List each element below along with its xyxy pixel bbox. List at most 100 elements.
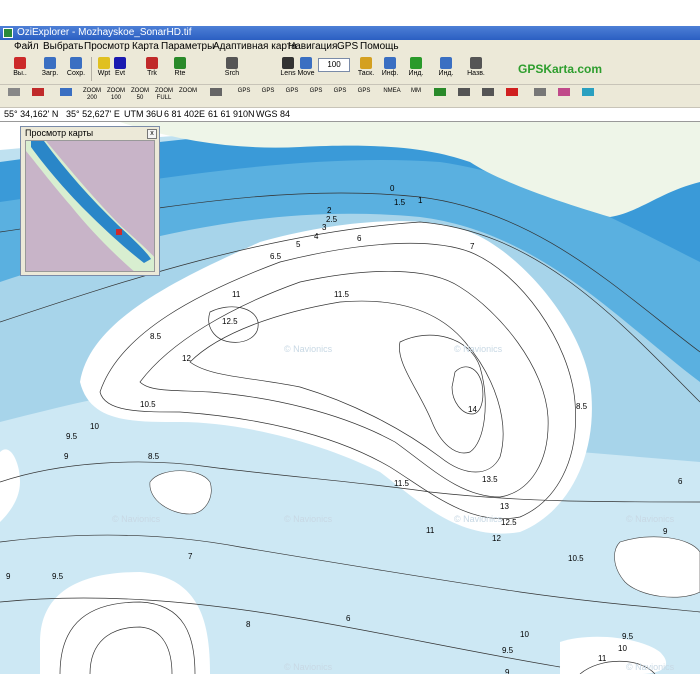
stop-icon <box>506 88 518 96</box>
depth-label: 9 <box>663 527 668 536</box>
zoom-select[interactable]: 100 <box>318 58 350 84</box>
status-utm-zone: UTM 36U <box>124 109 163 119</box>
depth-map[interactable]: 0 1 1.5 2 2.5 3 6 4 5 6.5 7 11 11.5 12.5… <box>0 122 700 674</box>
depth-label: 2.5 <box>326 215 338 224</box>
menu-map[interactable]: Карта <box>130 40 161 54</box>
depth-label: 11.5 <box>394 479 409 488</box>
status-datum: WGS 84 <box>256 109 291 119</box>
index-button[interactable]: Инд. <box>434 56 458 82</box>
watermark: © Navionics <box>284 514 333 524</box>
print-button[interactable] <box>206 88 226 104</box>
window-title: OziExplorer - Mozhayskoe_SonarHD.tif <box>17 27 192 38</box>
depth-label: 9 <box>6 572 11 581</box>
anchor-button[interactable] <box>478 88 498 104</box>
gps-download-button[interactable]: GPS <box>258 88 278 104</box>
depth-label: 6 <box>357 234 362 243</box>
gps-upload-button[interactable]: GPS <box>234 88 254 104</box>
search-button[interactable]: Srch <box>220 56 244 82</box>
watermark: © Navionics <box>112 514 161 524</box>
depth-label: 10 <box>520 630 529 639</box>
lock-button[interactable]: Таск. <box>354 56 378 82</box>
depth-label: 9.5 <box>622 632 634 641</box>
compass-arrows-button[interactable]: Инд. <box>404 56 428 82</box>
pin-button[interactable] <box>578 88 598 104</box>
depth-label: 13.5 <box>482 475 498 484</box>
zoom-lens-icon <box>282 57 294 69</box>
pencil-icon <box>434 88 446 96</box>
map-overview-panel[interactable]: Просмотр карты x <box>20 126 160 276</box>
map-icon <box>60 88 72 96</box>
zoom-200-button[interactable]: ZOOM 200 <box>82 88 102 104</box>
status-longitude: 35° 52,627' E <box>66 109 120 119</box>
save-icon <box>70 57 82 69</box>
menu-navigation[interactable]: Навигация <box>286 40 339 54</box>
event-button[interactable]: Evt <box>108 56 132 82</box>
gps-tracks-button[interactable]: GPS <box>306 88 326 104</box>
depth-label: 8.5 <box>150 332 162 341</box>
depth-label: 5 <box>296 240 301 249</box>
brand-logo: GPSKarta.com <box>518 62 603 76</box>
info-icon <box>384 57 396 69</box>
depth-label: 14 <box>468 405 477 414</box>
depth-label: 8.5 <box>148 452 160 461</box>
zoom-full-button[interactable]: ZOOM FULL <box>154 88 174 104</box>
exit-button[interactable]: Вы.. <box>8 56 32 82</box>
depth-label: 10 <box>618 644 627 653</box>
depth-label: 7 <box>470 242 475 251</box>
menu-file[interactable]: Файл <box>12 40 41 54</box>
watermark: © Navionics <box>284 662 333 672</box>
names-button[interactable]: Назв. <box>464 56 488 82</box>
depth-label: 6 <box>346 614 351 623</box>
main-toolbar: Вы.. Загр. Сохр. Wpt Evt Trk Rte Srch Le… <box>0 54 700 85</box>
compass-arrows-icon <box>410 57 422 69</box>
depth-label: 13 <box>500 502 509 511</box>
search-icon <box>226 57 238 69</box>
app-window: OziExplorer - Mozhayskoe_SonarHD.tif Фай… <box>0 26 700 674</box>
load-button[interactable]: Загр. <box>38 56 62 82</box>
menu-select[interactable]: Выбрать <box>41 40 85 54</box>
stop-button[interactable] <box>502 88 522 104</box>
menu-view[interactable]: Просмотр <box>82 40 132 54</box>
menu-gps[interactable]: GPS <box>335 40 360 54</box>
event-icon <box>114 57 126 69</box>
gps-connect-button[interactable]: GPS <box>354 88 374 104</box>
gps-button[interactable] <box>28 88 48 104</box>
depth-label: 11 <box>426 526 435 535</box>
route-button[interactable]: Rte <box>168 56 192 82</box>
zoom-100-button[interactable]: ZOOM 100 <box>106 88 126 104</box>
info-button[interactable]: Инф. <box>378 56 402 82</box>
print-icon <box>210 88 222 96</box>
overview-map[interactable] <box>25 140 155 272</box>
target-button[interactable] <box>454 88 474 104</box>
depth-label: 10.5 <box>568 554 584 563</box>
depth-label: 11 <box>232 290 241 299</box>
menu-help[interactable]: Помощь <box>358 40 401 54</box>
depth-label: 9.5 <box>52 572 64 581</box>
menu-settings[interactable]: Параметры <box>159 40 216 54</box>
grid-icon <box>534 88 546 96</box>
depth-label: 12.5 <box>501 518 517 527</box>
map-button[interactable] <box>56 88 76 104</box>
grid-button[interactable] <box>530 88 550 104</box>
load-icon <box>44 57 56 69</box>
pan-button[interactable] <box>4 88 24 104</box>
graph-button[interactable] <box>554 88 574 104</box>
track-button[interactable]: Trk <box>140 56 164 82</box>
move-map-button[interactable]: Move <box>294 56 318 82</box>
depth-label: 8 <box>246 620 251 629</box>
menu-bar: Файл Выбрать Просмотр Карта Параметры Ад… <box>0 40 700 55</box>
zoom-button[interactable]: ZOOM <box>178 88 198 104</box>
depth-label: 1 <box>418 196 423 205</box>
anchor-icon <box>482 88 494 96</box>
gps-waypoints-button[interactable]: GPS <box>282 88 302 104</box>
nmea-button[interactable]: NMEA <box>382 88 402 104</box>
watermark: © Navionics <box>626 514 675 524</box>
zoom-50-button[interactable]: ZOOM 50 <box>130 88 150 104</box>
moving-map-button[interactable]: MM <box>406 88 426 104</box>
gps-routes-button[interactable]: GPS <box>330 88 350 104</box>
pencil-button[interactable] <box>430 88 450 104</box>
save-button[interactable]: Сохр. <box>64 56 88 82</box>
close-icon[interactable]: x <box>147 129 157 139</box>
move-map-icon <box>300 57 312 69</box>
title-bar[interactable]: OziExplorer - Mozhayskoe_SonarHD.tif <box>0 26 700 40</box>
